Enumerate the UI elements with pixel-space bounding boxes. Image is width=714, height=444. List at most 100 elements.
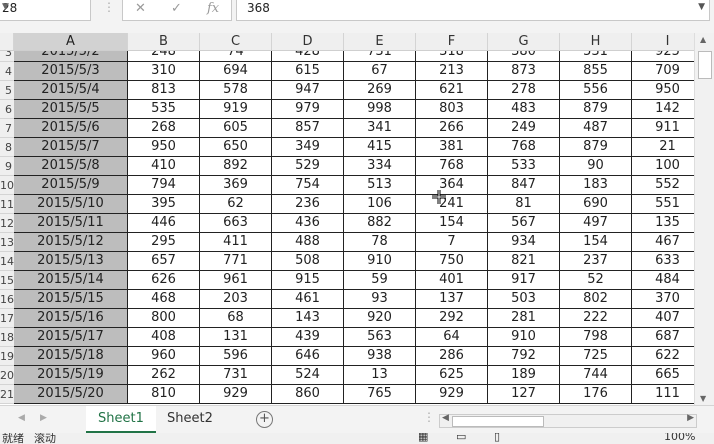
cell-i[interactable]: 911	[632, 119, 694, 138]
row-header[interactable]: 7	[0, 119, 14, 138]
cell-f[interactable]: 213	[416, 62, 488, 81]
cell-h[interactable]: 52	[560, 271, 632, 290]
cell-h[interactable]: 487	[560, 119, 632, 138]
cell-b[interactable]: 248	[128, 51, 200, 62]
cell-b[interactable]: 950	[128, 138, 200, 157]
cell-f[interactable]: 154	[416, 214, 488, 233]
cell-g[interactable]: 792	[488, 347, 560, 366]
cell-a[interactable]: 2015/5/8	[14, 157, 128, 176]
name-box[interactable]: 28 ▼	[0, 0, 91, 21]
cell-h[interactable]: 690	[560, 195, 632, 214]
column-header-d[interactable]: D	[272, 33, 344, 50]
cell-c[interactable]: 369	[200, 176, 272, 195]
cell-b[interactable]: 262	[128, 366, 200, 385]
cell-i[interactable]: 622	[632, 347, 694, 366]
cell-b[interactable]: 535	[128, 100, 200, 119]
cell-g[interactable]: 910	[488, 328, 560, 347]
cell-c[interactable]: 961	[200, 271, 272, 290]
cell-f[interactable]: 625	[416, 366, 488, 385]
cell-f[interactable]: 621	[416, 81, 488, 100]
cell-i[interactable]: 950	[632, 81, 694, 100]
cell-g[interactable]: 483	[488, 100, 560, 119]
cell-f[interactable]: 137	[416, 290, 488, 309]
cell-a[interactable]: 2015/5/12	[14, 233, 128, 252]
row-header[interactable]: 15	[0, 271, 14, 290]
cell-h[interactable]: 802	[560, 290, 632, 309]
column-header-g[interactable]: G	[488, 33, 560, 50]
cell-d[interactable]: 646	[272, 347, 344, 366]
cell-c[interactable]: 605	[200, 119, 272, 138]
cell-g[interactable]: 189	[488, 366, 560, 385]
row-header[interactable]: 3	[0, 51, 14, 62]
cell-d[interactable]: 236	[272, 195, 344, 214]
page-layout-icon[interactable]: ▭	[456, 433, 466, 443]
cell-f[interactable]: 241	[416, 195, 488, 214]
cell-d[interactable]: 439	[272, 328, 344, 347]
cell-f[interactable]: 364	[416, 176, 488, 195]
cell-i[interactable]: 111	[632, 385, 694, 404]
cell-h[interactable]: 531	[560, 51, 632, 62]
cell-i[interactable]: 21	[632, 138, 694, 157]
cell-g[interactable]: 934	[488, 233, 560, 252]
cell-e[interactable]: 13	[344, 366, 416, 385]
cell-h[interactable]: 176	[560, 385, 632, 404]
cell-d[interactable]: 979	[272, 100, 344, 119]
column-header-a[interactable]: A	[14, 33, 128, 50]
cell-d[interactable]: 488	[272, 233, 344, 252]
cell-d[interactable]: 754	[272, 176, 344, 195]
cell-b[interactable]: 626	[128, 271, 200, 290]
cell-a[interactable]: 2015/5/2	[14, 51, 128, 62]
cell-a[interactable]: 2015/5/20	[14, 385, 128, 404]
cell-c[interactable]: 68	[200, 309, 272, 328]
row-header[interactable]: 12	[0, 214, 14, 233]
scroll-right-icon[interactable]: ▶	[687, 413, 694, 423]
cell-a[interactable]: 2015/5/4	[14, 81, 128, 100]
cell-a[interactable]: 2015/5/5	[14, 100, 128, 119]
cell-b[interactable]: 800	[128, 309, 200, 328]
scroll-left-icon[interactable]: ◀	[442, 413, 449, 423]
cell-d[interactable]: 428	[272, 51, 344, 62]
cell-e[interactable]: 67	[344, 62, 416, 81]
cell-c[interactable]: 892	[200, 157, 272, 176]
cell-e[interactable]: 93	[344, 290, 416, 309]
row-header[interactable]: 19	[0, 347, 14, 366]
cell-i[interactable]: 407	[632, 309, 694, 328]
cell-e[interactable]: 998	[344, 100, 416, 119]
cell-b[interactable]: 960	[128, 347, 200, 366]
cell-f[interactable]: 318	[416, 51, 488, 62]
cell-d[interactable]: 143	[272, 309, 344, 328]
cell-i[interactable]: 484	[632, 271, 694, 290]
cell-f[interactable]: 750	[416, 252, 488, 271]
cell-f[interactable]: 929	[416, 385, 488, 404]
chevron-down-icon[interactable]: ▼	[698, 2, 705, 12]
cell-f[interactable]: 292	[416, 309, 488, 328]
cell-e[interactable]: 920	[344, 309, 416, 328]
cell-i[interactable]: 665	[632, 366, 694, 385]
column-header-e[interactable]: E	[344, 33, 416, 50]
scroll-up-icon[interactable]: ▲	[700, 35, 706, 44]
cell-c[interactable]: 929	[200, 385, 272, 404]
row-header[interactable]: 8	[0, 138, 14, 157]
cell-a[interactable]: 2015/5/3	[14, 62, 128, 81]
cell-a[interactable]: 2015/5/18	[14, 347, 128, 366]
cell-a[interactable]: 2015/5/16	[14, 309, 128, 328]
cell-a[interactable]: 2015/5/10	[14, 195, 128, 214]
cell-g[interactable]: 873	[488, 62, 560, 81]
cell-f[interactable]: 64	[416, 328, 488, 347]
tab-sheet1[interactable]: Sheet1	[86, 406, 156, 433]
cell-d[interactable]: 860	[272, 385, 344, 404]
cell-b[interactable]: 395	[128, 195, 200, 214]
cell-c[interactable]: 203	[200, 290, 272, 309]
cell-b[interactable]: 813	[128, 81, 200, 100]
cell-i[interactable]: 687	[632, 328, 694, 347]
row-header[interactable]: 10	[0, 176, 14, 195]
cell-a[interactable]: 2015/5/11	[14, 214, 128, 233]
cell-g[interactable]: 917	[488, 271, 560, 290]
cell-e[interactable]: 59	[344, 271, 416, 290]
cell-grid[interactable]: 3 2015/5/2 248 74 428 731 318 380 531 925 4 2015/5/…	[0, 51, 694, 404]
cell-c[interactable]: 131	[200, 328, 272, 347]
cell-d[interactable]: 524	[272, 366, 344, 385]
cell-a[interactable]: 2015/5/15	[14, 290, 128, 309]
cell-g[interactable]: 533	[488, 157, 560, 176]
vertical-scrollbar[interactable]: ▲ ▼	[694, 33, 714, 405]
